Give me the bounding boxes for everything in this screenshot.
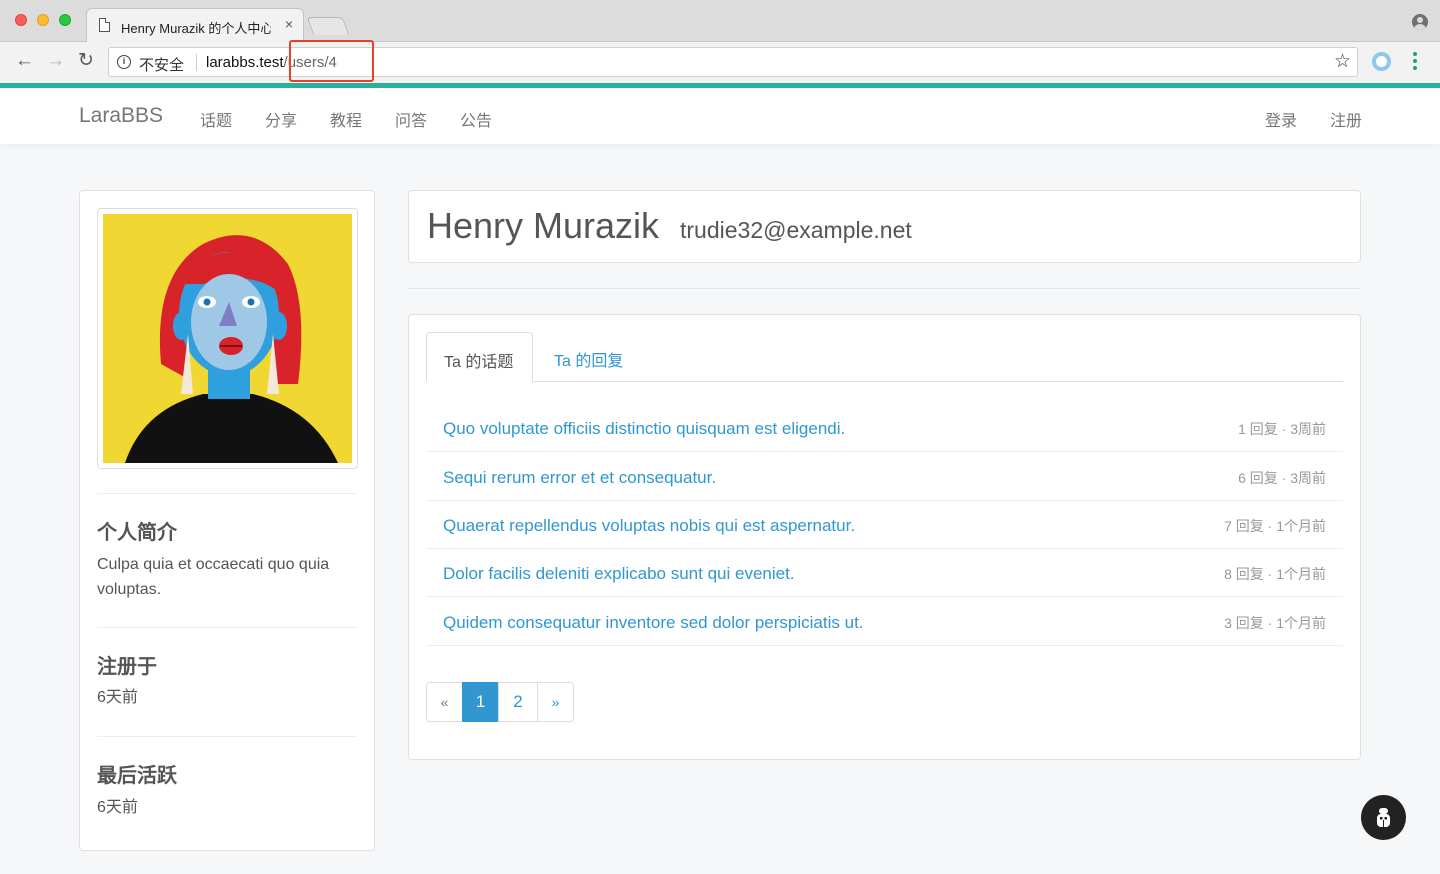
user-info-card: 个人简介 Culpa quia et occaecati quo quia vo…: [79, 190, 375, 851]
browser-tab-title: Henry Murazik 的个人中心: [121, 21, 271, 36]
topic-title-link[interactable]: Quo voluptate officiis distinctio quisqu…: [443, 419, 845, 439]
info-icon[interactable]: i: [117, 55, 131, 69]
pagination-prev-button[interactable]: «: [426, 682, 463, 722]
brand-logo[interactable]: LaraBBS: [79, 104, 163, 128]
security-label[interactable]: 不安全: [139, 54, 184, 75]
nav-link-tutorials[interactable]: 教程: [330, 107, 362, 131]
star-icon[interactable]: ☆: [1334, 50, 1351, 73]
kebab-menu-icon[interactable]: [1413, 52, 1417, 70]
nav-link-qa[interactable]: 问答: [395, 107, 427, 131]
topic-row: Quaerat repellendus voluptas nobis qui e…: [426, 500, 1343, 549]
topic-row: Quidem consequatur inventore sed dolor p…: [426, 597, 1343, 646]
bug-icon: [1377, 808, 1390, 827]
divider: [97, 493, 357, 494]
divider: [408, 288, 1361, 289]
login-link[interactable]: 登录: [1265, 107, 1297, 131]
divider: [97, 627, 357, 628]
topic-meta: 1 回复 · 3周前: [1238, 421, 1326, 437]
nav-link-topics[interactable]: 话题: [200, 107, 232, 131]
pagination-page-2[interactable]: 2: [498, 682, 538, 722]
url-host: larabbs.test: [206, 54, 284, 71]
tab-user-topics[interactable]: Ta 的话题: [426, 332, 533, 382]
profile-header-card: Henry Murazik trudie32@example.net: [408, 190, 1361, 263]
url-path-highlight-box: [289, 40, 374, 82]
profile-icon[interactable]: [1412, 14, 1428, 30]
topic-row: Sequi rerum error et et consequatur. 6 回…: [426, 452, 1343, 501]
window-close-button[interactable]: [15, 14, 27, 26]
topic-row: Quo voluptate officiis distinctio quisqu…: [426, 403, 1343, 452]
window-minimize-button[interactable]: [37, 14, 49, 26]
reload-icon[interactable]: ↻: [78, 51, 94, 71]
topic-title-link[interactable]: Quidem consequatur inventore sed dolor p…: [443, 613, 864, 633]
topic-meta: 3 回复 · 1个月前: [1224, 615, 1326, 631]
nav-link-share[interactable]: 分享: [265, 107, 297, 131]
topic-meta: 6 回复 · 3周前: [1238, 470, 1326, 486]
arrow-right-icon[interactable]: →: [46, 51, 65, 71]
registered-value: 6天前: [97, 689, 138, 706]
topic-row: Dolor facilis deleniti explicabo sunt qu…: [426, 548, 1343, 597]
divider: [196, 54, 197, 71]
avatar-illustration: [103, 214, 352, 463]
bio-heading: 个人简介: [97, 522, 177, 544]
debugbar-toggle-button[interactable]: [1361, 795, 1406, 840]
tab-close-icon[interactable]: ×: [285, 16, 293, 32]
register-link[interactable]: 注册: [1330, 107, 1362, 131]
tab-user-replies[interactable]: Ta 的回复: [537, 332, 640, 382]
nav-link-announcements[interactable]: 公告: [460, 107, 492, 131]
topic-title-link[interactable]: Sequi rerum error et et consequatur.: [443, 468, 716, 488]
extension-icon[interactable]: [1372, 52, 1391, 71]
bio-text: Culpa quia et occaecati quo quia volupta…: [97, 556, 330, 598]
user-topics-card: Ta 的话题 Ta 的回复 Quo voluptate officiis dis…: [408, 314, 1361, 760]
user-name: Henry Murazik: [427, 205, 660, 246]
new-tab-button[interactable]: [306, 17, 350, 35]
tabs-border: [426, 381, 1343, 382]
pagination: « 1 2 »: [426, 682, 574, 722]
registered-heading: 注册于: [97, 656, 157, 678]
window-maximize-button[interactable]: [59, 14, 71, 26]
arrow-left-icon[interactable]: ←: [15, 51, 34, 71]
browser-toolbar: ← → ↻ i 不安全 larabbs.test/users/4 ☆: [0, 42, 1440, 83]
topic-title-link[interactable]: Quaerat repellendus voluptas nobis qui e…: [443, 516, 855, 536]
topic-meta: 7 回复 · 1个月前: [1224, 518, 1326, 534]
pagination-page-1[interactable]: 1: [462, 682, 499, 722]
browser-tab-active[interactable]: Henry Murazik 的个人中心 ×: [86, 8, 304, 43]
topic-title-link[interactable]: Dolor facilis deleniti explicabo sunt qu…: [443, 564, 795, 584]
avatar: [97, 208, 358, 469]
pagination-next-button[interactable]: »: [537, 682, 574, 722]
page-icon: [99, 18, 110, 32]
divider: [97, 736, 357, 737]
user-email: trudie32@example.net: [680, 217, 912, 243]
topic-meta: 8 回复 · 1个月前: [1224, 566, 1326, 582]
last-active-heading: 最后活跃: [97, 765, 177, 787]
last-active-value: 6天前: [97, 799, 138, 816]
browser-titlebar: Henry Murazik 的个人中心 ×: [0, 0, 1440, 43]
site-navbar: LaraBBS 话题 分享 教程 问答 公告 登录 注册: [0, 88, 1440, 144]
